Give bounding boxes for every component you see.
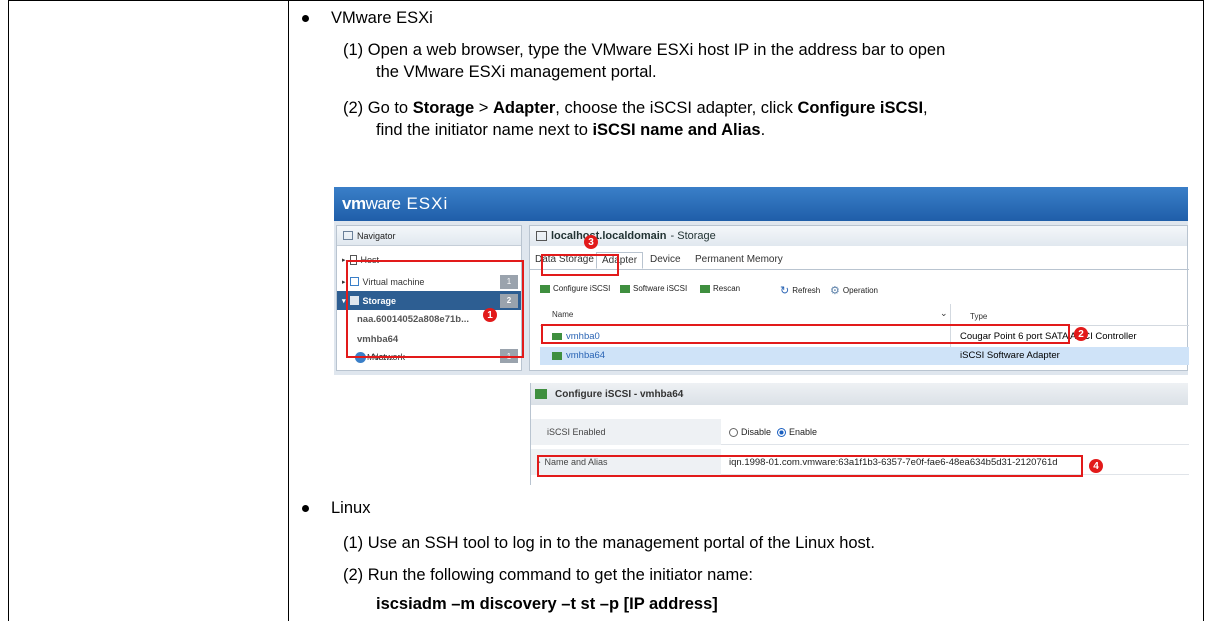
dialog-title: Configure iSCSI - vmhba64 xyxy=(555,388,684,400)
step2-end: , xyxy=(923,99,928,117)
linux-title: Linux xyxy=(331,499,371,517)
bullet-icon xyxy=(302,15,309,22)
callout-box-storage xyxy=(346,260,524,358)
vmware-title: VMware ESXi xyxy=(331,9,433,27)
adapter-icon xyxy=(552,351,562,360)
storage-panel: localhost.localdomain - Storage Data Sto… xyxy=(529,225,1189,371)
storage-term: Storage xyxy=(412,99,475,117)
configure-iscsi-label: Configure iSCSI xyxy=(553,284,611,293)
esxi-screenshot: vmware ESXi Navigator ▸ Host ▸ Virtual m… xyxy=(334,187,1189,485)
gear-icon: ⚙ xyxy=(830,285,840,297)
row-name-cell: vmhba64 xyxy=(552,350,605,361)
navigator-icon xyxy=(343,231,353,240)
iscsi-enabled-row: iSCSI Enabled Disable Enable xyxy=(531,419,1189,445)
step2-line2-prefix: find the initiator name next to xyxy=(376,121,593,139)
navigator-header: Navigator xyxy=(337,226,521,246)
adapter-toolbar: Configure iSCSI Software iSCSI Rescan ↻ R… xyxy=(530,278,1189,300)
step2-gt: > xyxy=(474,99,493,117)
iscsi-icon xyxy=(535,389,547,399)
enable-label: Enable xyxy=(789,427,818,437)
navigator-title: Navigator xyxy=(357,230,396,241)
esxi-logo: ESXi xyxy=(406,194,449,213)
iscsi-enabled-label: iSCSI Enabled xyxy=(531,419,721,445)
adapter-name[interactable]: vmhba64 xyxy=(566,350,605,361)
callout-1: 1 xyxy=(483,308,497,322)
vmware-step1-line2: the VMware ESXi management portal. xyxy=(376,63,657,81)
table-row[interactable]: vmhba64 iSCSI Software Adapter xyxy=(540,347,1189,365)
tab-device[interactable]: Device xyxy=(645,252,686,267)
software-iscsi-button[interactable]: Software iSCSI xyxy=(620,284,687,293)
linux-step-1: (1) Use an SSH tool to log in to the man… xyxy=(343,534,875,552)
rescan-icon xyxy=(700,284,710,293)
configure-iscsi-button[interactable]: Configure iSCSI xyxy=(540,284,610,293)
iscsi-enabled-options: Disable Enable xyxy=(729,419,817,445)
vmware-step2-line2: find the initiator name next to iSCSI na… xyxy=(343,119,928,141)
tab-permanent-memory[interactable]: Permanent Memory xyxy=(690,252,788,267)
adapter-type: iSCSI Software Adapter xyxy=(960,350,1060,361)
operation-button[interactable]: ⚙ Operation xyxy=(830,284,878,297)
storage-tabs: Data Storage Adapter Device Permanent Me… xyxy=(530,250,1189,270)
step2-prefix: (2) Go to xyxy=(343,99,413,117)
esxi-header: vmware ESXi xyxy=(334,187,1188,221)
disable-label: Disable xyxy=(741,427,772,437)
callout-box-iqn xyxy=(537,455,1083,477)
callout-box-adapter xyxy=(541,324,1070,344)
disable-radio[interactable] xyxy=(729,427,738,437)
linux-heading: Linux xyxy=(299,499,370,518)
vmware-logo: vmware xyxy=(342,194,401,214)
step2-mid: , choose the iSCSI adapter, click xyxy=(555,99,798,117)
expand-icon: ▸ xyxy=(342,278,346,286)
callout-4: 4 xyxy=(1089,459,1103,473)
storage-panel-icon xyxy=(536,231,547,241)
expand-icon: ▸ xyxy=(342,256,346,264)
storage-label: - Storage xyxy=(670,230,716,242)
alias-term: iSCSI name and Alias xyxy=(592,121,761,139)
rescan-label: Rescan xyxy=(713,284,741,293)
host-name: localhost.localdomain xyxy=(551,230,667,242)
logo-vm: vm xyxy=(342,194,366,213)
step2-line2-end: . xyxy=(760,121,766,139)
callout-2: 2 xyxy=(1074,327,1088,341)
configure-iscsi-term: Configure iSCSI xyxy=(797,99,924,117)
vmware-step-2: (2) Go to Storage > Adapter, choose the … xyxy=(343,97,928,141)
vmware-heading: VMware ESXi xyxy=(299,9,433,28)
software-iscsi-icon xyxy=(620,284,630,293)
vmware-step-1: (1) Open a web browser, type the VMware … xyxy=(343,39,945,83)
column-sort-icon[interactable]: ⌄ xyxy=(940,308,948,319)
configure-iscsi-icon xyxy=(540,284,550,293)
collapse-icon: ▾ xyxy=(342,297,346,305)
adapter-term: Adapter xyxy=(492,99,556,117)
linux-step-2: (2) Run the following command to get the… xyxy=(343,566,753,584)
refresh-label: Refresh xyxy=(792,286,821,295)
callout-3: 3 xyxy=(584,235,598,249)
rescan-button[interactable]: Rescan xyxy=(700,284,740,293)
vmware-step1-line1: (1) Open a web browser, type the VMware … xyxy=(343,41,946,59)
column-type[interactable]: Type xyxy=(970,312,987,321)
linux-command: iscsiadm –m discovery –t st –p [IP addre… xyxy=(376,595,718,613)
enable-radio[interactable] xyxy=(777,427,787,437)
storage-panel-title: localhost.localdomain - Storage xyxy=(530,226,1187,246)
dialog-header: Configure iSCSI - vmhba64 xyxy=(531,383,1188,405)
column-divider xyxy=(288,1,289,621)
bullet-icon xyxy=(302,505,309,512)
callout-box-configure xyxy=(541,254,619,276)
refresh-icon: ↻ xyxy=(780,285,790,297)
adapter-grid-header: Name ⌄ Type xyxy=(540,304,1189,326)
logo-ware: ware xyxy=(365,194,401,213)
operation-label: Operation xyxy=(842,286,879,295)
software-iscsi-label: Software iSCSI xyxy=(633,284,688,293)
refresh-button[interactable]: ↻ Refresh xyxy=(780,284,820,297)
column-name[interactable]: Name xyxy=(552,310,573,319)
